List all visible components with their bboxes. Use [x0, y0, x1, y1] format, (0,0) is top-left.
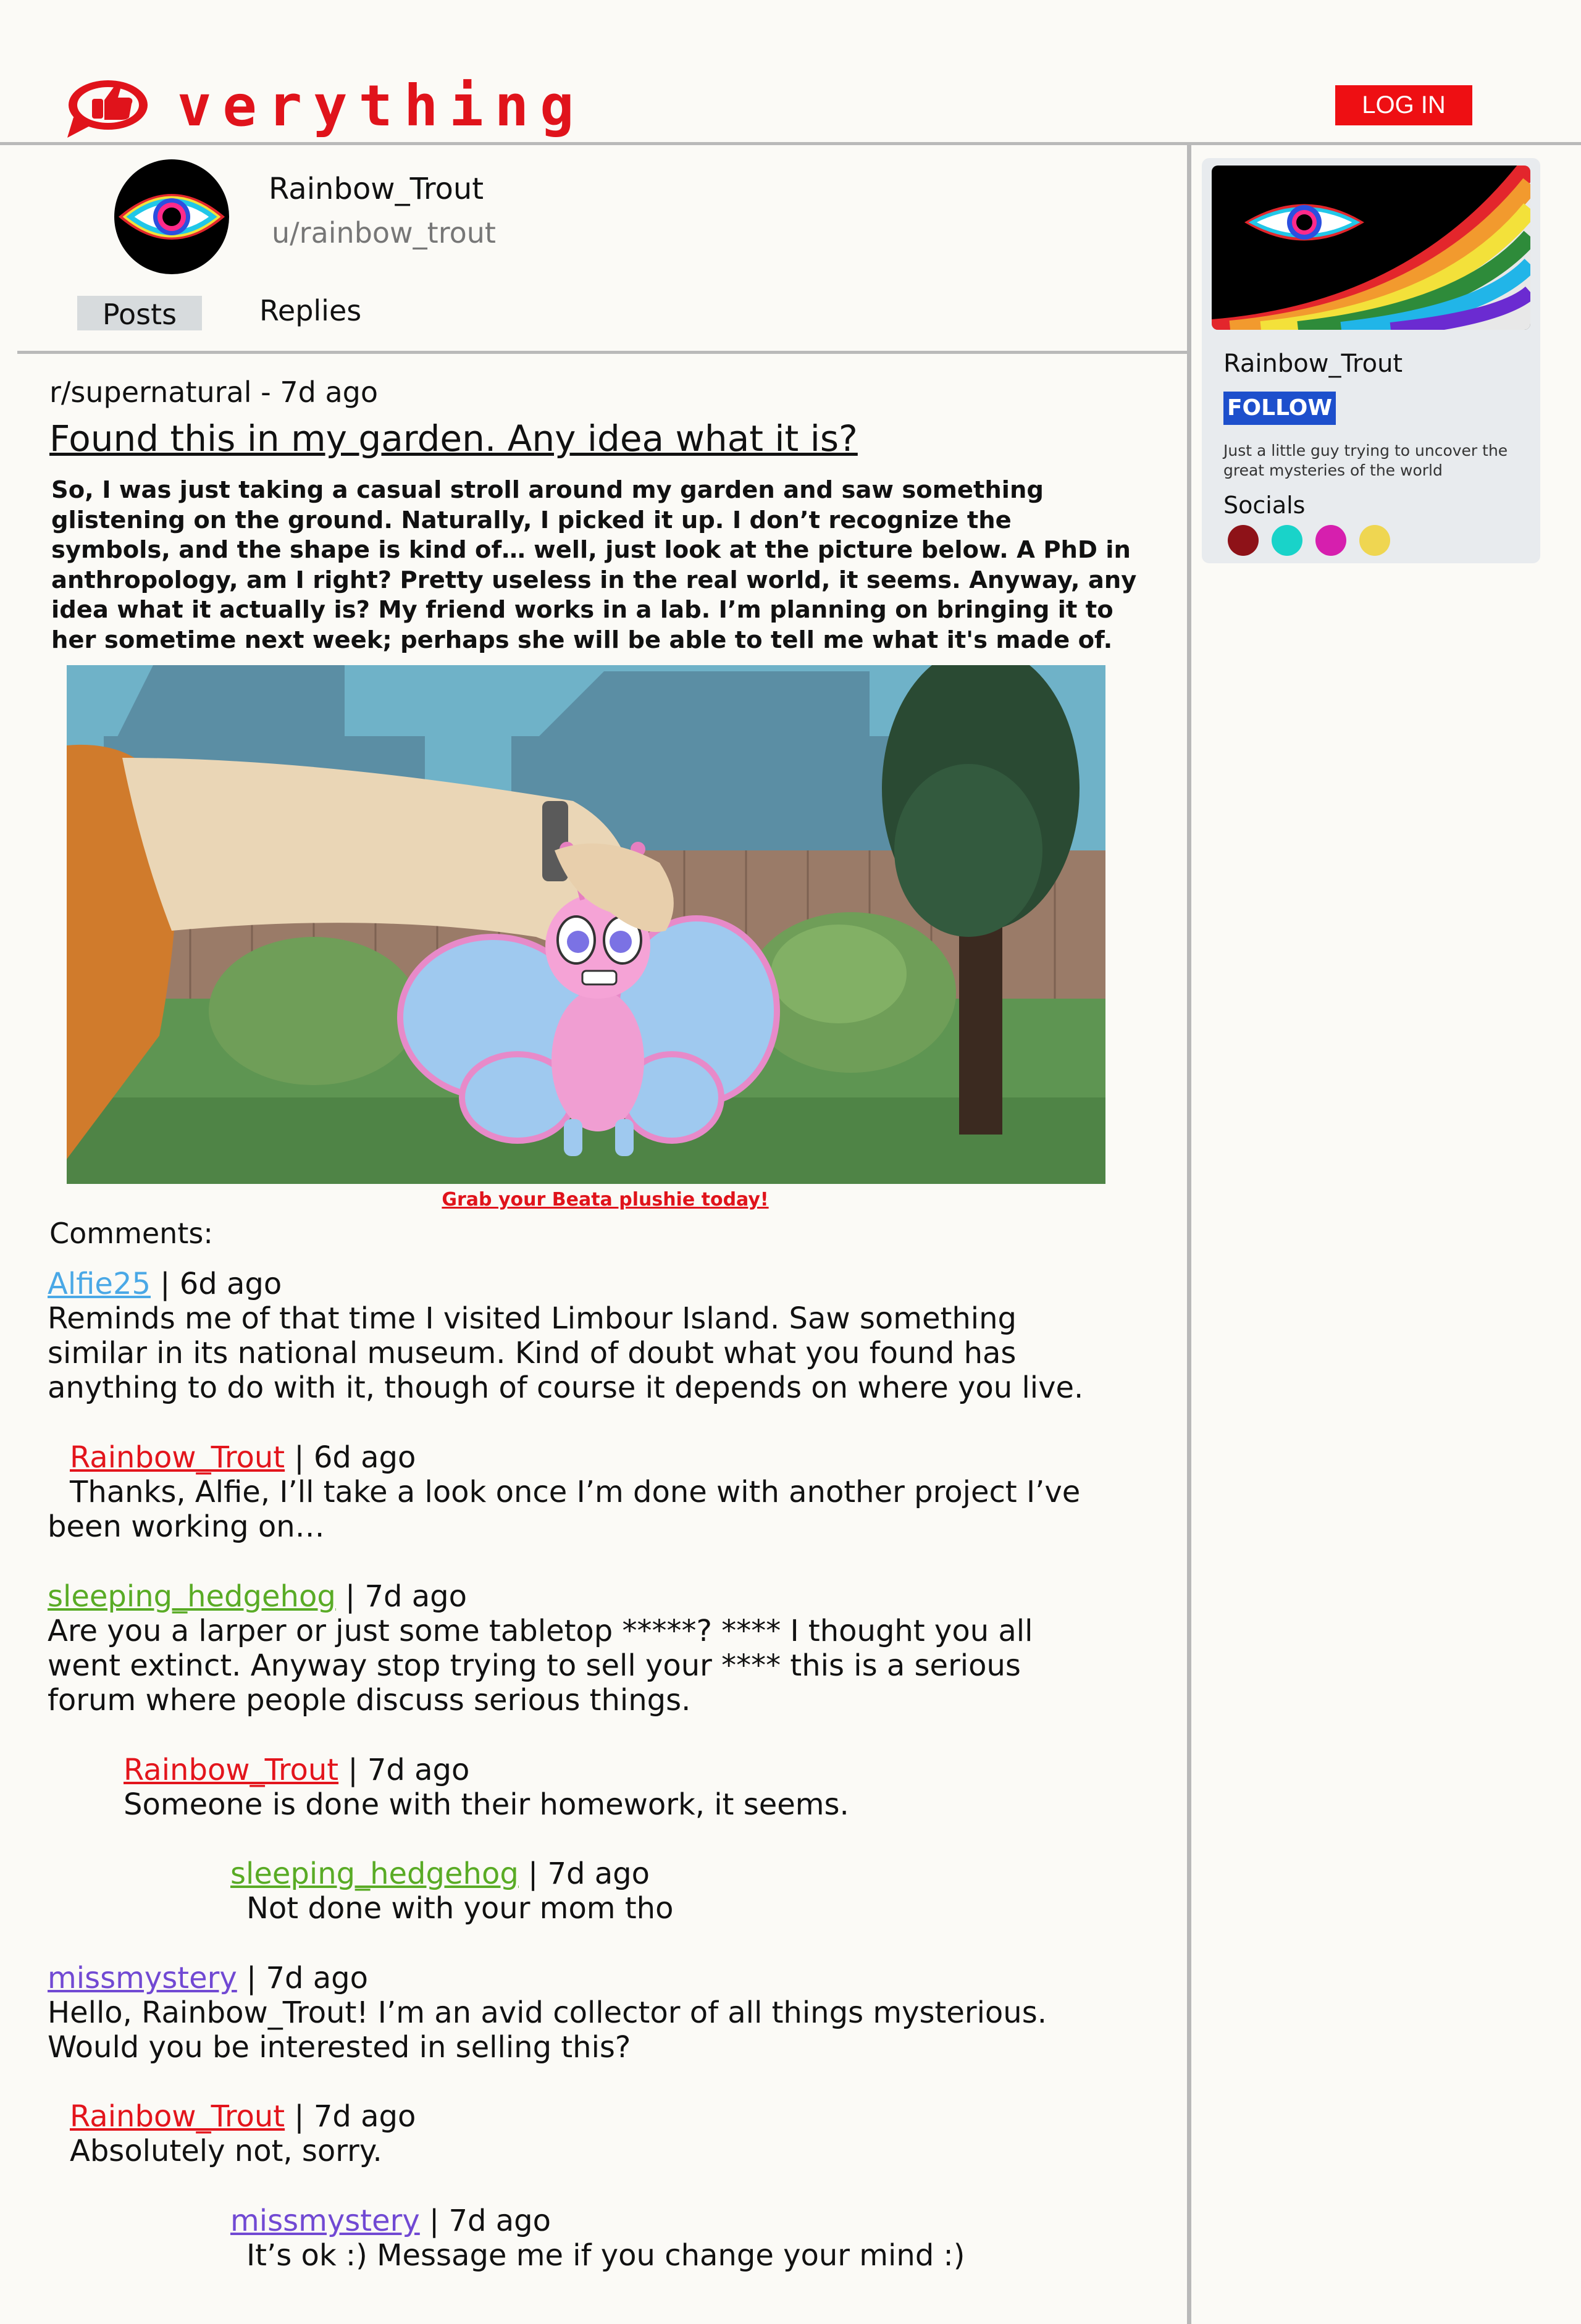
sidebar-divider: [1187, 143, 1191, 2324]
comment-timestamp: | 7d ago: [338, 1753, 470, 1787]
promo-link[interactable]: Grab your Beata plushie today!: [0, 1189, 1210, 1210]
rainbow-eye-icon: [118, 194, 225, 240]
comment-timestamp: | 7d ago: [518, 1856, 650, 1891]
comment-reply: Rainbow_Trout | 7d ago Someone is done w…: [124, 1753, 1112, 1822]
comment-username[interactable]: Rainbow_Trout: [124, 1753, 338, 1787]
post-body: So, I was just taking a casual stroll ar…: [51, 476, 1137, 654]
login-button[interactable]: LOG IN: [1335, 85, 1472, 125]
comment: missmystery | 7d ago Hello, Rainbow_Trou…: [48, 1961, 1097, 2065]
comment-username[interactable]: sleeping_hedgehog: [230, 1856, 519, 1891]
comment-text: Not done with your mom tho: [246, 1891, 674, 1926]
comment-timestamp: | 6d ago: [151, 1267, 282, 1301]
tabs-divider: [17, 351, 1187, 354]
tab-replies[interactable]: Replies: [259, 294, 361, 327]
comment-reply: sleeping_hedgehog | 7d ago Not done with…: [230, 1856, 1126, 1926]
comment-timestamp: | 7d ago: [335, 1579, 467, 1614]
profile-card: Rainbow_Trout FOLLOW Just a little guy t…: [1202, 158, 1540, 563]
thumbs-up-bubble-icon: [67, 80, 148, 138]
comment-text: Hello, Rainbow_Trout! I’m an avid collec…: [48, 1995, 1047, 2065]
site-logo[interactable]: verything: [65, 74, 574, 139]
comment-reply: missmystery | 7d ago It’s ok :) Message …: [230, 2204, 1126, 2273]
comment: sleeping_hedgehog | 7d ago Are you a lar…: [48, 1579, 1097, 1718]
comment-timestamp: | 7d ago: [237, 1961, 368, 1995]
profile-handle: u/rainbow_trout: [272, 216, 496, 250]
logo-wordmark: verything: [177, 73, 585, 139]
follow-button[interactable]: FOLLOW: [1223, 392, 1336, 425]
post-image[interactable]: [67, 665, 1105, 1184]
comment-username[interactable]: Rainbow_Trout: [70, 2099, 285, 2134]
comment-text: Are you a larper or just some tabletop *…: [48, 1614, 1033, 1718]
avatar[interactable]: [114, 159, 229, 274]
comment-timestamp: | 6d ago: [285, 1440, 416, 1475]
tab-posts[interactable]: Posts: [77, 296, 202, 331]
social-link-magenta[interactable]: [1315, 525, 1346, 556]
social-link-yellow[interactable]: [1359, 525, 1390, 556]
header-divider: [0, 142, 1581, 145]
comment: Alfie25 | 6d ago Reminds me of that time…: [48, 1267, 1097, 1405]
comment-username[interactable]: missmystery: [230, 2204, 420, 2238]
comment-timestamp: | 7d ago: [419, 2204, 551, 2238]
post-meta[interactable]: r/supernatural - 7d ago: [49, 375, 378, 409]
comment-username[interactable]: Alfie25: [48, 1267, 151, 1301]
comment-username[interactable]: Rainbow_Trout: [70, 1440, 285, 1475]
rainbow-eye-banner-icon: [1212, 166, 1530, 330]
comment-username[interactable]: missmystery: [48, 1961, 237, 1995]
comment-text: It’s ok :) Message me if you change your…: [246, 2238, 965, 2273]
comment-text: Someone is done with their homework, it …: [124, 1787, 849, 1822]
comment-reply: Rainbow_Trout | 6d ago Thanks, Alfie, I’…: [48, 1440, 1097, 1544]
post-title[interactable]: Found this in my garden. Any idea what i…: [49, 417, 858, 459]
social-link-red[interactable]: [1228, 525, 1259, 556]
comment-text: Thanks, Alfie, I’ll take a look once I’m…: [48, 1475, 1081, 1544]
profile-display-name: Rainbow_Trout: [269, 172, 484, 206]
comment-text: Reminds me of that time I visited Limbou…: [48, 1301, 1084, 1405]
profile-banner: [1212, 166, 1530, 330]
socials-label: Socials: [1223, 492, 1306, 519]
social-link-teal[interactable]: [1272, 525, 1302, 556]
comment-text: Absolutely not, sorry.: [70, 2134, 382, 2168]
comment-reply: Rainbow_Trout | 7d ago Absolutely not, s…: [70, 2099, 1058, 2168]
comments-heading: Comments:: [49, 1217, 213, 1250]
comment-username[interactable]: sleeping_hedgehog: [48, 1579, 336, 1614]
garden-illustration: [67, 665, 1105, 1184]
comment-timestamp: | 7d ago: [285, 2099, 416, 2134]
sidebar-display-name: Rainbow_Trout: [1223, 350, 1403, 378]
profile-bio: Just a little guy trying to uncover the …: [1223, 442, 1508, 479]
